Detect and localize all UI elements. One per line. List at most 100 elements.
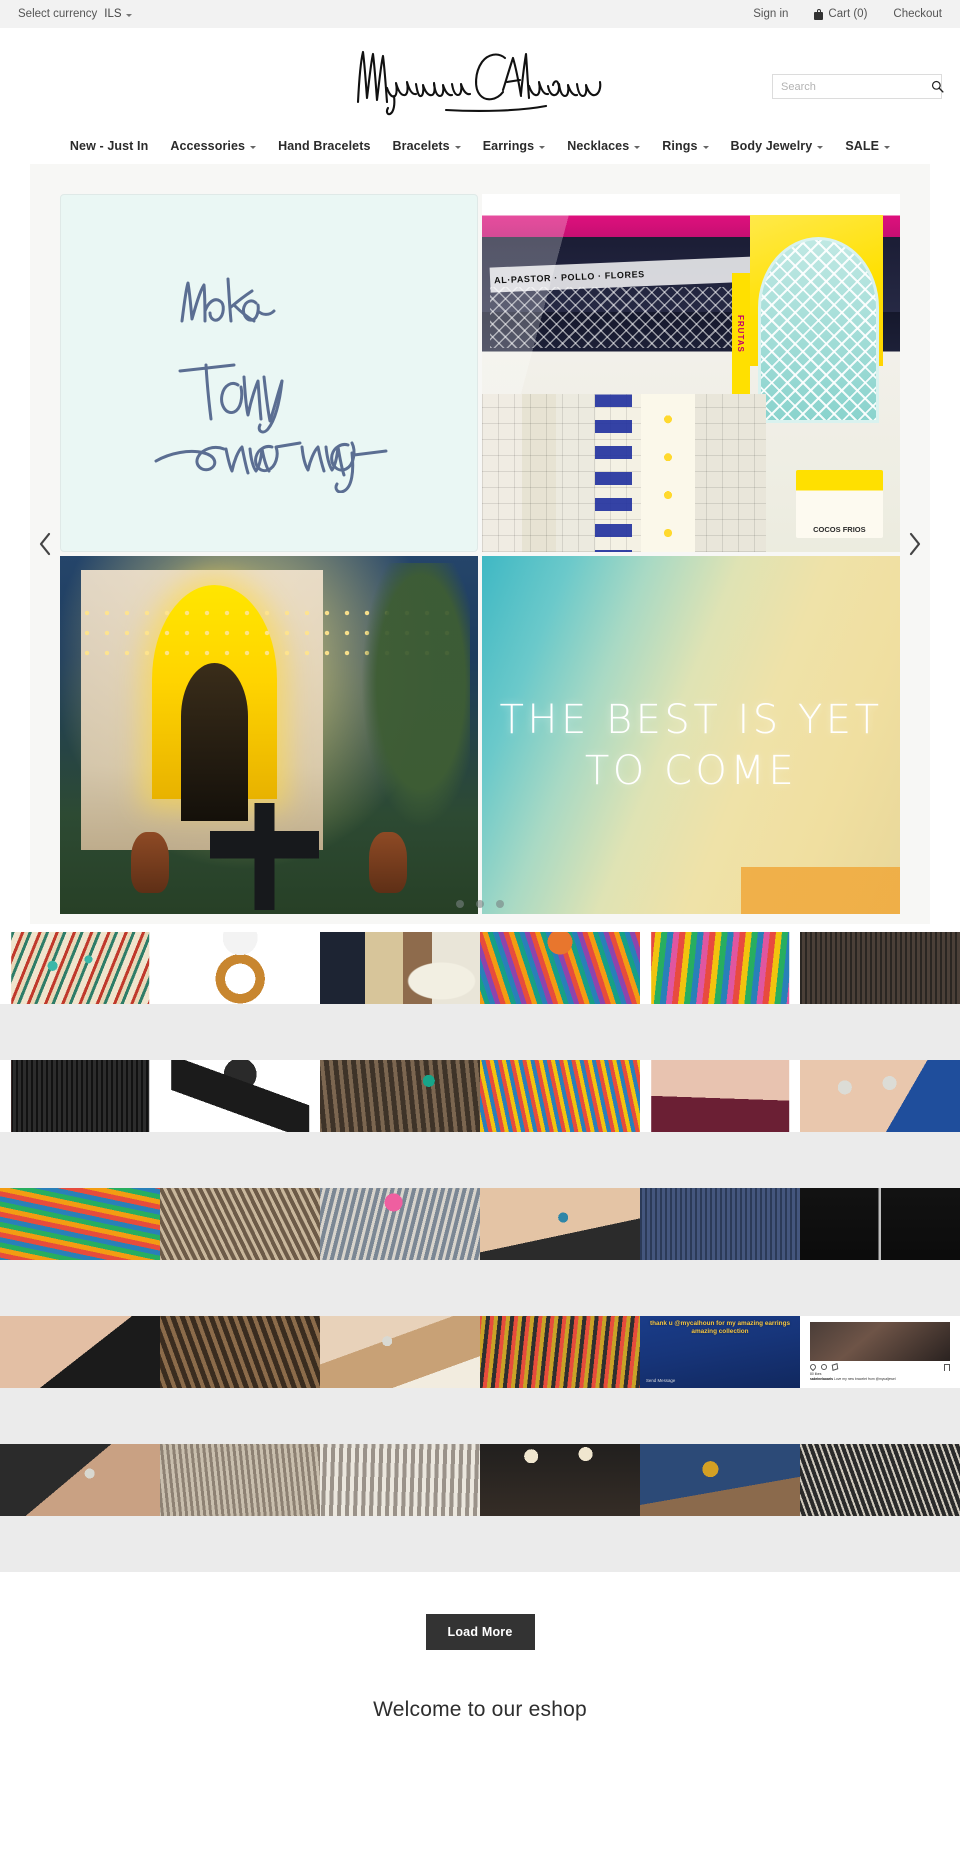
checkout-link[interactable]: Checkout <box>893 8 942 20</box>
gallery-item-bracelet-on-black-top[interactable] <box>800 1444 960 1516</box>
nav-item-earrings[interactable]: Earrings <box>472 139 557 153</box>
chevron-down-icon <box>884 145 891 149</box>
gallery-item-customer-thank-you-story[interactable]: thank u @mycalhoun for my amazing earrin… <box>640 1316 800 1388</box>
gallery-item-starburst-earrings[interactable] <box>480 1444 640 1516</box>
taqueria-illustration: AL·PASTOR · POLLO · FLORES FRUTAS COCOS … <box>482 194 900 552</box>
thumbnail-image <box>480 1060 640 1132</box>
gallery-item-gold-watch-and-denim[interactable] <box>640 1444 800 1516</box>
thumbnail-image <box>171 932 309 1004</box>
thumbnail-image <box>160 1316 320 1388</box>
gallery-row: thank u @mycalhoun for my amazing earrin… <box>0 1316 960 1388</box>
taqueria-lemon-tiles <box>640 394 696 552</box>
gallery-item-layered-wrist-jewelry[interactable] <box>160 1188 320 1260</box>
nav-item-accessories[interactable]: Accessories <box>159 139 267 153</box>
gallery-item-black-fringe-earrings[interactable] <box>0 1060 160 1132</box>
hero-slider[interactable]: AL·PASTOR · POLLO · FLORES FRUTAS COCOS … <box>30 164 930 924</box>
nav-item-bracelets[interactable]: Bracelets <box>382 139 472 153</box>
gallery-item-stacked-cuff-bracelets[interactable] <box>320 1060 480 1132</box>
thumbnail-image <box>800 1188 960 1260</box>
share-icon[interactable] <box>831 1363 839 1372</box>
load-more-button[interactable]: Load More <box>425 1614 535 1650</box>
search-box[interactable] <box>772 74 944 99</box>
gallery-item-beaded-clutch-bag[interactable] <box>0 932 160 1004</box>
thumbnail-image <box>160 1444 320 1516</box>
gallery-item-beaded-cuff-on-wrist[interactable] <box>480 1316 640 1388</box>
search-submit-button[interactable] <box>931 75 944 98</box>
gallery-item-crescent-horn-necklace[interactable] <box>160 932 320 1004</box>
nav-label: Necklaces <box>567 139 630 153</box>
gallery-item-instagram-post-screenshot[interactable]: 80 likes sabrinelaoaris Love my new brac… <box>800 1316 960 1388</box>
post-photo <box>810 1322 950 1361</box>
chevron-left-icon <box>39 532 51 556</box>
gallery-caption-strip <box>0 1004 960 1060</box>
hero-dot-3[interactable] <box>496 900 504 908</box>
chevron-down-icon <box>539 145 546 149</box>
gallery-item-fringe-tassel-earrings[interactable] <box>800 932 960 1004</box>
thumbnail-image <box>0 1316 160 1388</box>
nav-item-sale[interactable]: SALE <box>834 139 901 153</box>
chevron-down-icon <box>817 145 824 149</box>
gallery-item-ring-on-dark-sleeve[interactable] <box>0 1444 160 1516</box>
hero-tile-handwritten-note <box>60 194 478 552</box>
gallery-item-delicate-chain-necklace[interactable] <box>640 1060 800 1132</box>
heart-icon[interactable] <box>808 1363 818 1372</box>
thumbnail-image <box>0 1188 160 1260</box>
gallery-item-silver-ear-cuff[interactable] <box>320 1316 480 1388</box>
gallery-item-bracelets-on-table[interactable] <box>160 1316 320 1388</box>
chevron-right-icon <box>909 532 921 556</box>
gallery-item-colorful-feather-necklace[interactable] <box>480 932 640 1004</box>
bookmark-icon[interactable] <box>944 1363 950 1371</box>
gallery-item-choker-on-model[interactable] <box>0 1316 160 1388</box>
riad-illustration <box>60 556 478 914</box>
gallery-caption-strip <box>0 1388 960 1444</box>
brand-signature-icon <box>356 50 602 116</box>
gallery-item-pink-beaded-bracelets[interactable] <box>320 1188 480 1260</box>
chevron-down-icon <box>454 145 461 149</box>
welcome-section: Welcome to our eshop <box>0 1680 960 1722</box>
search-input[interactable] <box>773 80 931 93</box>
gallery-item-turquoise-ring-closeup[interactable] <box>480 1188 640 1260</box>
hero-tile-taqueria-photo: AL·PASTOR · POLLO · FLORES FRUTAS COCOS … <box>482 194 900 552</box>
gallery-item-colorful-bracelet-stack[interactable] <box>0 1188 160 1260</box>
gallery-item-multicolor-pompom-clutch[interactable] <box>640 932 800 1004</box>
hero-dot-2[interactable] <box>476 900 484 908</box>
post-caption: sabrinelaoaris Love my new bracelet from… <box>810 1377 950 1382</box>
thumbnail-image <box>171 1060 309 1132</box>
hero-prev-button[interactable] <box>32 524 58 564</box>
gallery-item-fringe-detail-fabric[interactable] <box>640 1188 800 1260</box>
gallery-item-wrist-stack-on-laptop[interactable] <box>160 1444 320 1516</box>
taqueria-chevron-tiles <box>594 394 633 552</box>
post-action-row <box>808 1361 950 1372</box>
comment-icon[interactable] <box>821 1364 827 1371</box>
gallery-item-cuff-bracelets-on-wood[interactable] <box>320 1444 480 1516</box>
nav-item-rings[interactable]: Rings <box>651 139 719 153</box>
nav-item-hand-bracelets[interactable]: Hand Bracelets <box>267 139 381 153</box>
nav-item-necklaces[interactable]: Necklaces <box>556 139 651 153</box>
gallery-item-candle-and-perfume-display[interactable] <box>320 932 480 1004</box>
gallery-row <box>0 1444 960 1516</box>
account-links: Sign in Cart (0) Checkout <box>753 8 942 20</box>
thumbnail-image <box>480 1444 640 1516</box>
site-header <box>0 28 960 128</box>
gallery-item-long-pendant-on-black[interactable] <box>800 1188 960 1260</box>
thumbnail-image <box>651 1060 789 1132</box>
currency-select[interactable]: ILS <box>104 8 132 20</box>
gallery-item-silver-rings-on-hand[interactable] <box>800 1060 960 1132</box>
main-navigation: New - Just In Accessories Hand Bracelets… <box>0 128 960 164</box>
gallery-item-boho-outfit-sandals[interactable] <box>480 1060 640 1132</box>
thumbnail-image <box>480 1316 640 1388</box>
gallery-row <box>0 932 960 1004</box>
riad-doorway <box>181 663 249 821</box>
thumbnail-image <box>320 932 480 1004</box>
hero-next-button[interactable] <box>902 524 928 564</box>
hero-quote-text: THE BEST IS YET TO COME <box>499 696 883 794</box>
hero-dot-1[interactable] <box>456 900 464 908</box>
sign-in-link[interactable]: Sign in <box>753 8 788 20</box>
cart-link[interactable]: Cart (0) <box>814 8 867 20</box>
nav-item-body-jewelry[interactable]: Body Jewelry <box>720 139 835 153</box>
handwritten-quote-icon <box>154 277 388 493</box>
nav-item-new-just-in[interactable]: New - Just In <box>59 139 159 153</box>
thumbnail-image <box>640 1188 800 1260</box>
post-caption-text: Love my new bracelet from @mycaljewel <box>833 1376 896 1381</box>
gallery-item-black-arrowhead-necklace[interactable] <box>160 1060 320 1132</box>
